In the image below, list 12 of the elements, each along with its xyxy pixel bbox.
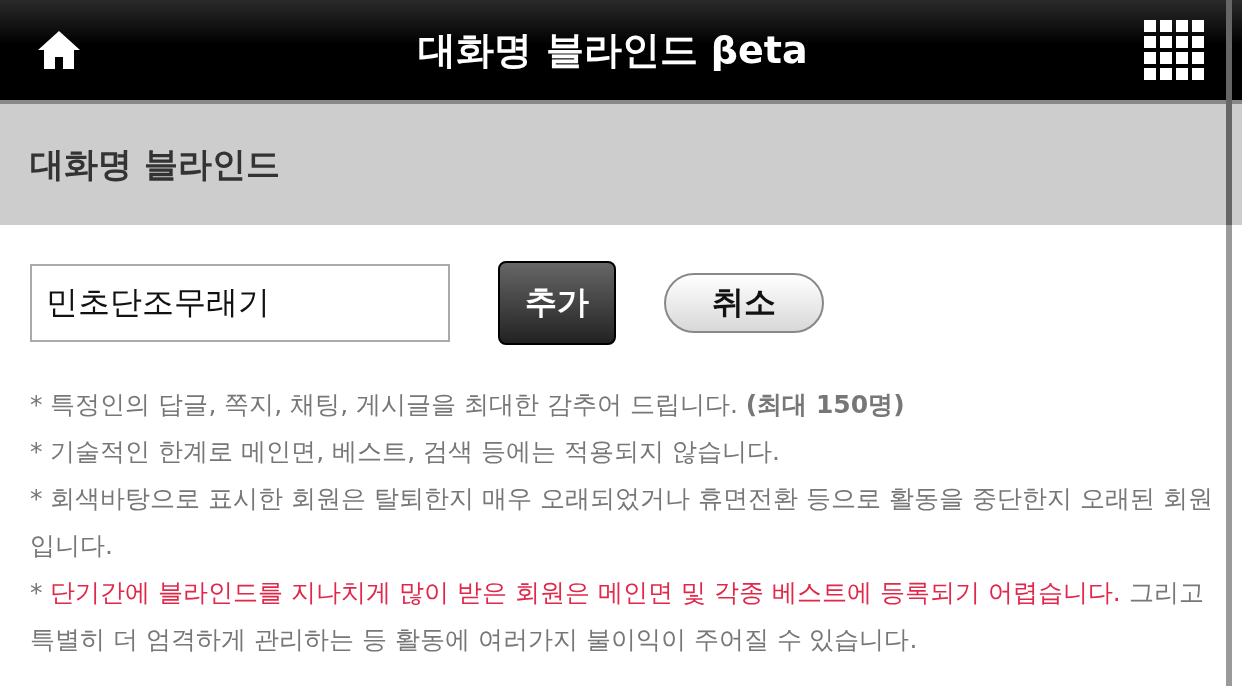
notice-text: * 특정인의 답글, 쪽지, 채팅, 게시글을 최대한 감추어 드립니다. (최대 150명): [30, 389, 906, 421]
section-title: 대화명 블라인드: [30, 142, 280, 186]
notice-text: * 회색바탕으로 표시한 회원은 탈퇴한지 매우 오래되었거나 휴면전환 등으로 활동을 중단한지 오래된 회원입니다.: [30, 483, 1214, 562]
app-title: 대화명 블라인드 βeta: [418, 26, 808, 74]
notice-text: * 기술적인 한계로 메인면, 베스트, 검색 등에는 적용되지 않습니다.: [30, 436, 781, 468]
grid-menu-icon[interactable]: [1144, 20, 1204, 80]
notice-text: * 단기간에 블라인드를 지나치게 많이 받은 회원은 메인면 및 각종 베스트에 등록되기 어렵습니다. 그리고 특별히 더 엄격하게 관리하는 등 활동에 여러가지 불이익이 주어질 수 있습니다.: [30, 577, 1205, 656]
home-icon[interactable]: [36, 29, 82, 71]
cancel-button[interactable]: 취소: [664, 273, 824, 333]
add-button[interactable]: 추가: [498, 261, 616, 345]
nickname-input-field[interactable]: 민초단조무래기: [30, 264, 450, 342]
scrollbar[interactable]: [1226, 0, 1232, 686]
